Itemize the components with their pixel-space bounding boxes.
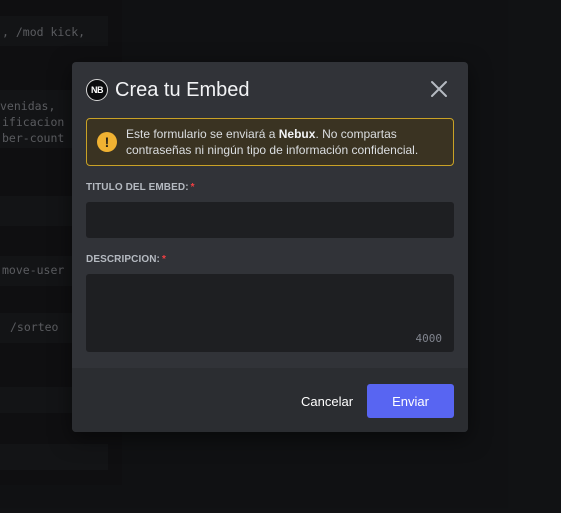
required-marker: * <box>190 182 195 193</box>
submit-button[interactable]: Enviar <box>367 384 454 418</box>
warning-text-start: Este formulario se enviará a <box>126 127 279 141</box>
warning-app-name: Nebux <box>278 127 316 141</box>
close-icon <box>431 81 447 97</box>
title-field-label: TITULO DEL EMBED: * <box>86 182 195 193</box>
embed-description-textarea[interactable]: 4000 <box>86 274 454 352</box>
app-avatar: NB <box>86 79 108 101</box>
modal-header: NB Crea tu Embed <box>86 78 250 102</box>
required-marker: * <box>161 254 166 265</box>
exclamation-icon: ! <box>97 132 117 152</box>
modal-title: Crea tu Embed <box>115 78 250 101</box>
close-button[interactable] <box>430 80 448 98</box>
title-label-text: TITULO DEL EMBED: <box>86 182 189 193</box>
cancel-button[interactable]: Cancelar <box>289 384 365 418</box>
embed-title-input[interactable] <box>86 202 454 238</box>
description-field-label: DESCRIPCION: * <box>86 254 166 265</box>
warning-text: Este formulario se enviará a Nebux. No c… <box>126 126 443 158</box>
character-counter: 4000 <box>415 332 443 345</box>
warning-notice: ! Este formulario se enviará a Nebux. No… <box>86 118 454 166</box>
modal-footer: Cancelar Enviar <box>72 368 468 432</box>
description-label-text: DESCRIPCION: <box>86 254 160 265</box>
embed-modal: NB Crea tu Embed ! Este formulario se en… <box>72 62 468 432</box>
